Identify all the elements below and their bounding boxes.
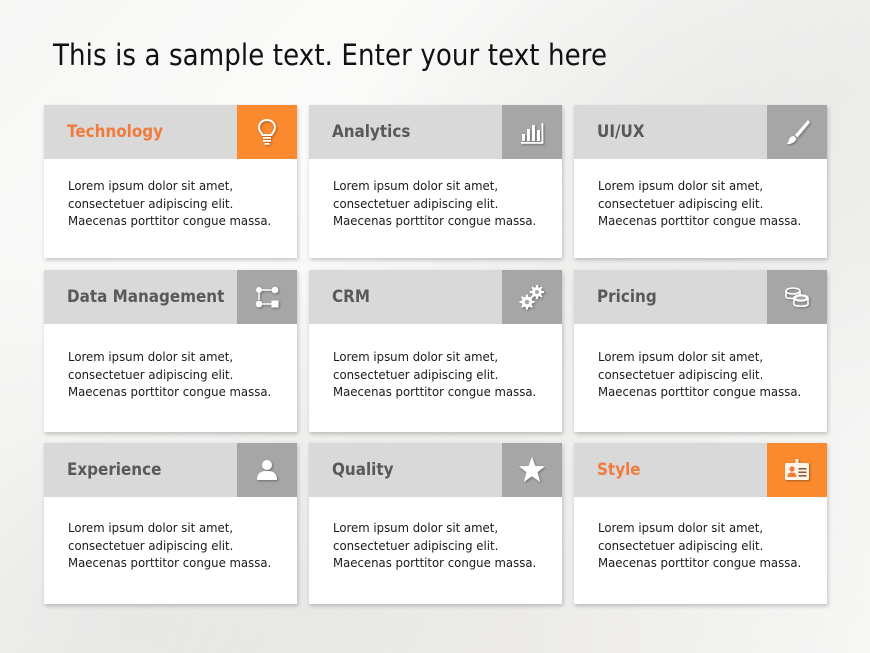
body-line: consectetuer adipiscing elit.: [333, 537, 499, 553]
card-data-management: Data Management Lorem ipsum dolor sit am…: [44, 270, 297, 432]
card-header: Data Management: [44, 270, 297, 324]
body-line: Lorem ipsum dolor sit amet,: [598, 520, 764, 535]
body-line: consectetuer adipiscing elit.: [68, 195, 234, 211]
body-line: Maecenas porttitor congue massa.: [68, 213, 272, 228]
card-body: Lorem ipsum dolor sit amet, consectetuer…: [309, 324, 562, 401]
icon-box: [502, 105, 562, 159]
card-quality: Quality Lorem ipsum dolor sit amet, cons…: [309, 443, 562, 604]
card-body: Lorem ipsum dolor sit amet, consectetuer…: [44, 159, 297, 230]
user-icon: [257, 460, 277, 480]
body-line: Lorem ipsum dolor sit amet,: [333, 349, 499, 364]
bar-chart-icon: [521, 123, 544, 144]
body-line: Maecenas porttitor congue massa.: [333, 213, 537, 228]
slide-title: This is a sample text. Enter your text h…: [53, 38, 608, 72]
card-header: Analytics: [309, 105, 562, 159]
card-body: Lorem ipsum dolor sit amet, consectetuer…: [574, 497, 827, 572]
card-title: CRM: [332, 287, 370, 306]
card-title: UI/UX: [597, 122, 645, 141]
body-line: consectetuer adipiscing elit.: [598, 537, 764, 553]
card-experience: Experience Lorem ipsum dolor sit amet, c…: [44, 443, 297, 604]
card-title: Experience: [67, 460, 162, 479]
icon-box: [502, 443, 562, 497]
card-title: Data Management: [67, 287, 225, 306]
card-title: Analytics: [332, 122, 411, 141]
paintbrush-icon: [786, 120, 810, 145]
body-line: Lorem ipsum dolor sit amet,: [333, 520, 499, 535]
body-line: Lorem ipsum dolor sit amet,: [598, 349, 764, 364]
card-header: Technology: [44, 105, 297, 159]
body-line: Lorem ipsum dolor sit amet,: [68, 349, 234, 364]
body-line: Maecenas porttitor congue massa.: [333, 384, 537, 399]
card-crm: CRM Lorem ipsum dolor sit amet, consecte…: [309, 270, 562, 432]
workflow-icon: [255, 286, 279, 308]
card-body: Lorem ipsum dolor sit amet, consectetuer…: [574, 159, 827, 230]
body-line: Lorem ipsum dolor sit amet,: [333, 178, 499, 193]
body-line: Maecenas porttitor congue massa.: [68, 555, 272, 570]
icon-box: [237, 443, 297, 497]
card-title: Pricing: [597, 287, 657, 306]
card-header: Experience: [44, 443, 297, 497]
card-body: Lorem ipsum dolor sit amet, consectetuer…: [44, 324, 297, 401]
icon-box: [767, 443, 827, 497]
body-line: Maecenas porttitor congue massa.: [598, 213, 802, 228]
body-line: Maecenas porttitor congue massa.: [598, 384, 802, 399]
body-line: consectetuer adipiscing elit.: [333, 195, 499, 211]
body-line: consectetuer adipiscing elit.: [598, 366, 764, 382]
card-style: Style Lorem ipsum dolor sit amet, consec…: [574, 443, 827, 604]
coins-icon: [785, 287, 809, 308]
body-line: Lorem ipsum dolor sit amet,: [68, 178, 234, 193]
card-title: Quality: [332, 460, 394, 479]
card-header: CRM: [309, 270, 562, 324]
gears-icon: [519, 285, 544, 310]
card-body: Lorem ipsum dolor sit amet, consectetuer…: [309, 159, 562, 230]
icon-box: [237, 105, 297, 159]
body-line: Lorem ipsum dolor sit amet,: [68, 520, 234, 535]
card-header: Style: [574, 443, 827, 497]
card-body: Lorem ipsum dolor sit amet, consectetuer…: [44, 497, 297, 572]
lightbulb-icon: [257, 118, 277, 145]
body-line: consectetuer adipiscing elit.: [68, 537, 234, 553]
body-line: consectetuer adipiscing elit.: [333, 366, 499, 382]
icon-box: [767, 270, 827, 324]
body-line: Maecenas porttitor congue massa.: [333, 555, 537, 570]
body-line: consectetuer adipiscing elit.: [68, 366, 234, 382]
card-analytics: Analytics Lorem ipsum dolor sit amet, co…: [309, 105, 562, 258]
body-line: consectetuer adipiscing elit.: [598, 195, 764, 211]
card-body: Lorem ipsum dolor sit amet, consectetuer…: [574, 324, 827, 401]
card-header: Pricing: [574, 270, 827, 324]
body-line: Maecenas porttitor congue massa.: [68, 384, 272, 399]
id-badge-icon: [785, 459, 809, 480]
icon-box: [502, 270, 562, 324]
body-line: Maecenas porttitor congue massa.: [598, 555, 802, 570]
card-title: Technology: [67, 122, 164, 141]
card-ui-ux: UI/UX Lorem ipsum dolor sit amet, consec…: [574, 105, 827, 258]
card-pricing: Pricing Lorem ipsum dolor sit amet, cons…: [574, 270, 827, 432]
card-technology: Technology Lorem ipsum dolor sit amet, c…: [44, 105, 297, 258]
body-line: Lorem ipsum dolor sit amet,: [598, 178, 764, 193]
icon-box: [237, 270, 297, 324]
card-header: Quality: [309, 443, 562, 497]
card-body: Lorem ipsum dolor sit amet, consectetuer…: [309, 497, 562, 572]
star-icon: [519, 457, 545, 482]
card-header: UI/UX: [574, 105, 827, 159]
icon-box: [767, 105, 827, 159]
card-title: Style: [597, 460, 641, 479]
